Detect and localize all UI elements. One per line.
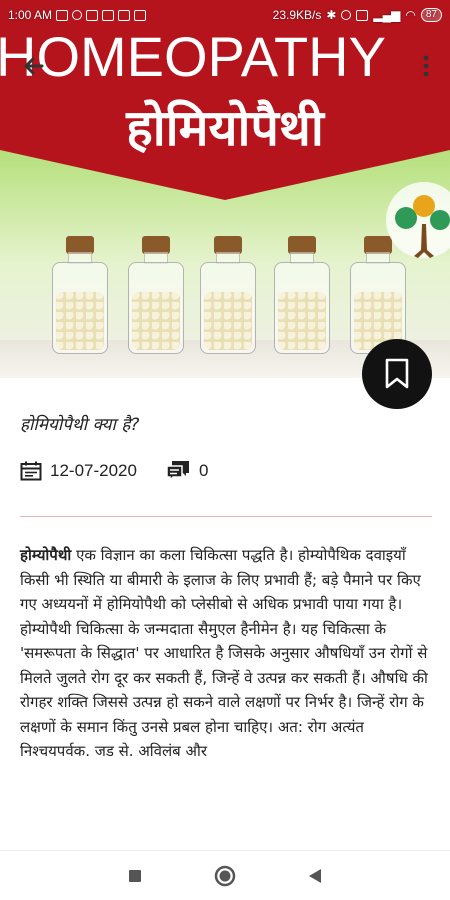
comments-icon <box>166 461 189 482</box>
square-recents-icon <box>129 869 141 882</box>
article-text: एक विज्ञान का कला चिकित्सा पद्धति है। हो… <box>20 546 428 760</box>
whatsapp-icon <box>72 10 83 20</box>
banner-title-english: HOMEOPATHY <box>0 25 386 88</box>
more-vert-icon[interactable] <box>420 54 432 78</box>
calendar-icon <box>20 461 42 481</box>
article-content: होमियोपैथी क्या है? 12-07-2020 0 होम्योप… <box>20 410 432 764</box>
battery-indicator: 87 <box>420 8 442 22</box>
pill-bottle <box>128 236 184 356</box>
home-button[interactable] <box>195 851 255 900</box>
back-arrow-icon[interactable] <box>20 52 48 80</box>
divider <box>20 516 432 517</box>
notification-icon <box>86 9 99 21</box>
comment-count: 0 <box>198 461 209 480</box>
bookmark-icon <box>385 358 409 389</box>
pill-bottle <box>274 236 330 356</box>
alarm-icon <box>341 10 352 20</box>
wifi-icon: ◠ <box>405 8 416 22</box>
banner-title-hindi: होमियोपैथी <box>126 99 324 157</box>
notification-icon <box>118 9 131 21</box>
article-body: होम्योपैथी एक विज्ञान का कला चिकित्सा पद… <box>20 543 432 764</box>
signal-icon: ▂▄▆ <box>373 8 401 22</box>
circle-home-icon <box>214 865 236 886</box>
date-meta: 12-07-2020 <box>20 461 137 481</box>
notification-icon <box>134 9 147 21</box>
tree-logo-icon <box>386 182 450 258</box>
article-subtitle: होमियोपैथी क्या है? <box>20 415 140 435</box>
back-button[interactable] <box>285 851 345 900</box>
comments-meta[interactable]: 0 <box>165 460 208 482</box>
notification-icon <box>56 9 69 21</box>
article-date: 12-07-2020 <box>50 461 137 480</box>
pill-bottle <box>52 236 108 356</box>
status-time: 1:00 AM <box>8 8 53 22</box>
status-bar: 1:00 AM 23.9KB/s ✱ ▂▄▆ ◠ 87 <box>0 0 450 30</box>
recents-button[interactable] <box>105 851 165 900</box>
article-meta: 12-07-2020 0 <box>20 456 432 486</box>
hero-image: HOMEOPATHY होमियोपैथी <box>0 0 450 378</box>
notification-icon <box>102 9 115 21</box>
bluetooth-icon: ✱ <box>326 8 337 22</box>
article-lead-term: होम्योपैथी <box>20 546 72 564</box>
network-speed: 23.9KB/s <box>272 8 322 22</box>
pill-bottle <box>200 236 256 356</box>
system-nav-bar <box>0 850 450 900</box>
triangle-back-icon <box>309 868 321 883</box>
volte-icon <box>356 9 369 21</box>
bookmark-button[interactable] <box>362 339 432 409</box>
